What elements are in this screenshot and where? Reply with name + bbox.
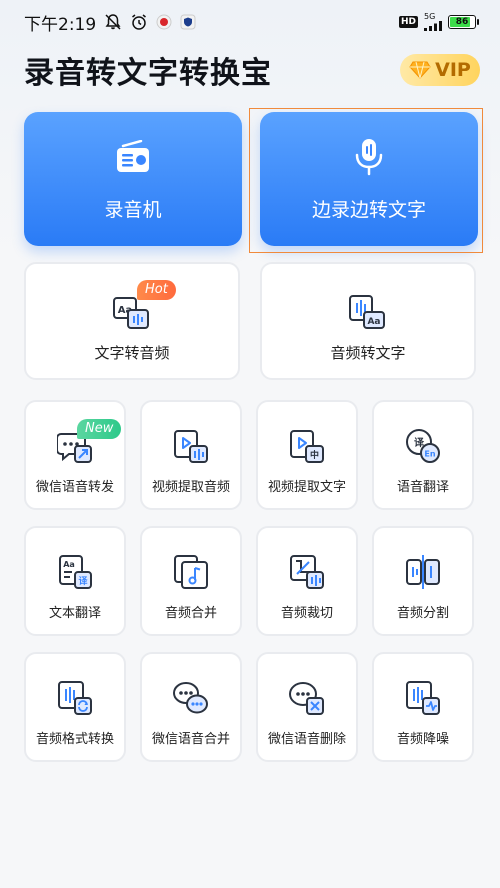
tool-label: 音频合并 (164, 606, 217, 621)
wechat-voice-delete-icon (289, 680, 325, 716)
svg-text:Aa: Aa (63, 560, 75, 569)
voice-translate-icon: 译 En (405, 428, 441, 464)
signal-bars-icon (424, 21, 442, 31)
battery-indicator: 86 (448, 15, 479, 29)
vip-button[interactable]: VIP (400, 54, 480, 86)
tool-label: 微信语音删除 (267, 732, 346, 747)
tool-label: 音频格式转换 (35, 732, 114, 747)
svg-text:En: En (424, 450, 435, 459)
tool-label: 音频裁切 (280, 606, 333, 621)
tool-label: 视频提取文字 (267, 480, 346, 495)
audio-denoise-icon (405, 680, 441, 716)
battery-level: 86 (455, 17, 469, 27)
vip-label: VIP (435, 59, 471, 81)
status-left: 下午2:19 (24, 10, 196, 35)
text-to-audio-button[interactable]: Aa 文字转音频 (24, 262, 240, 380)
mute-bell-icon (104, 13, 122, 31)
tool-wechat-voice-merge[interactable]: 微信语音合并 (140, 652, 242, 762)
tool-video-extract-audio[interactable]: 视频提取音频 (140, 400, 242, 510)
tool-text-translate[interactable]: Aa 译 文本翻译 (24, 526, 126, 636)
audio-split-icon (405, 554, 441, 590)
microphone-icon (349, 137, 389, 177)
tool-voice-translate[interactable]: 译 En 语音翻译 (372, 400, 474, 510)
text-to-audio-label: 文字转音频 (94, 344, 170, 362)
tool-audio-cut[interactable]: 音频裁切 (256, 526, 358, 636)
tool-video-extract-text[interactable]: 中 视频提取文字 (256, 400, 358, 510)
tool-label: 微信语音合并 (151, 732, 230, 747)
svg-text:译: 译 (78, 575, 88, 587)
audio-to-text-button[interactable]: Aa 音频转文字 (260, 262, 476, 380)
shield-icon (180, 14, 196, 30)
radio-icon (113, 137, 153, 177)
status-right: HD 5G 86 (398, 13, 479, 31)
tool-wechat-voice-forward[interactable]: 微信语音转发 (24, 400, 126, 510)
app-notification-icon (156, 14, 172, 30)
tool-audio-split[interactable]: 音频分割 (372, 526, 474, 636)
video-extract-audio-icon (173, 428, 209, 464)
tool-label: 音频降噪 (396, 732, 449, 747)
audio-cut-icon (289, 554, 325, 590)
app-title: 录音转文字转换宝 (24, 56, 272, 91)
audio-format-convert-icon (57, 680, 93, 716)
svg-text:Aa: Aa (367, 317, 380, 327)
audio-to-text-label: 音频转文字 (330, 344, 406, 362)
audio-merge-icon (173, 554, 209, 590)
recorder-label: 录音机 (104, 198, 162, 221)
hd-badge: HD (398, 16, 418, 28)
tool-wechat-voice-delete[interactable]: 微信语音删除 (256, 652, 358, 762)
status-time: 下午2:19 (24, 14, 97, 35)
alarm-icon (130, 13, 148, 31)
wechat-voice-merge-icon (173, 680, 209, 716)
svg-text:中: 中 (310, 449, 319, 461)
network-type: 5G (424, 12, 436, 21)
tool-label: 文本翻译 (48, 606, 101, 621)
live-transcribe-button[interactable]: 边录边转文字 (260, 112, 478, 246)
recorder-button[interactable]: 录音机 (24, 112, 242, 246)
tool-label: 音频分割 (396, 606, 449, 621)
status-bar: 下午2:19 HD 5G 86 (0, 0, 500, 44)
tool-audio-denoise[interactable]: 音频降噪 (372, 652, 474, 762)
tool-label: 视频提取音频 (151, 480, 230, 495)
live-transcribe-label: 边录边转文字 (311, 198, 426, 221)
diamond-icon (409, 61, 431, 79)
audio-to-text-icon: Aa (348, 292, 388, 332)
tool-label: 微信语音转发 (35, 480, 114, 495)
tool-label: 语音翻译 (396, 480, 449, 495)
tool-audio-format-convert[interactable]: 音频格式转换 (24, 652, 126, 762)
tool-audio-merge[interactable]: 音频合并 (140, 526, 242, 636)
text-translate-icon: Aa 译 (57, 554, 93, 590)
video-extract-text-icon: 中 (289, 428, 325, 464)
hot-badge: Hot (137, 280, 176, 300)
cellular-signal: 5G (424, 13, 442, 31)
app-header: 录音转文字转换宝 VIP (24, 50, 480, 91)
new-badge: New (77, 419, 122, 439)
